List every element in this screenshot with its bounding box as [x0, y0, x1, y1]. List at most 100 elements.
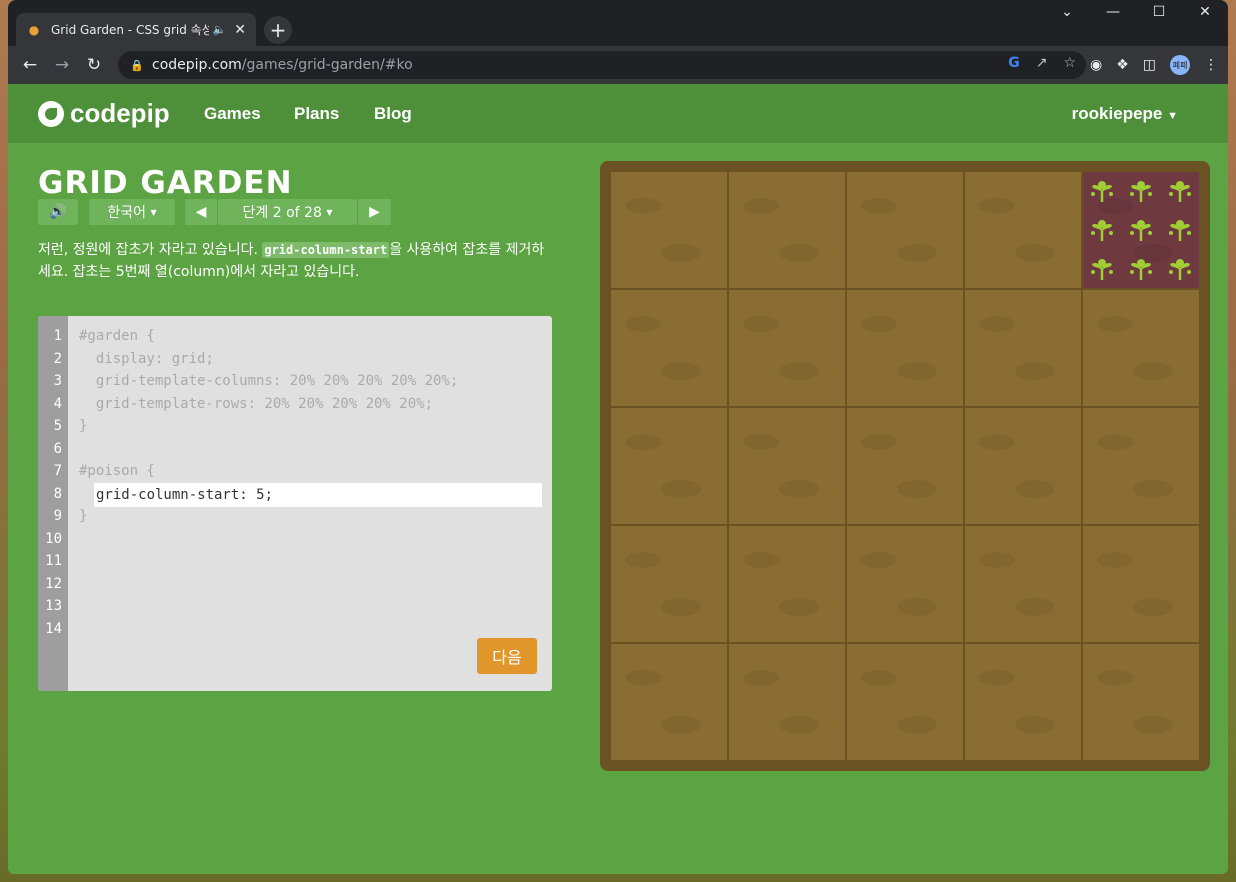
- code-line: #poison {: [79, 463, 155, 479]
- sound-button[interactable]: 🔊: [38, 199, 78, 225]
- line-number: 5: [53, 418, 62, 434]
- google-translate-icon[interactable]: G: [1008, 55, 1020, 71]
- soil-cell: [729, 408, 845, 524]
- weed-icon: [1089, 217, 1115, 243]
- close-tab-icon[interactable]: ✕: [234, 22, 246, 38]
- line-number: 9: [53, 508, 62, 524]
- triangle-left-icon: ◀: [195, 204, 207, 220]
- speaker-icon[interactable]: 🔈: [213, 23, 227, 36]
- caret-down-icon: ▼: [1167, 110, 1178, 122]
- line-number: 14: [45, 621, 62, 637]
- code-line: #garden {: [79, 328, 155, 344]
- line-number: 10: [45, 531, 62, 547]
- code-line: grid-template-columns: 20% 20% 20% 20% 2…: [79, 373, 459, 389]
- weed-icon: [1089, 256, 1115, 282]
- game-title: GRID GARDEN: [38, 165, 293, 201]
- line-number: 6: [53, 441, 62, 457]
- weed-icon: [1167, 217, 1193, 243]
- soil-cell: [965, 290, 1081, 406]
- weed-icon: [1128, 217, 1154, 243]
- extensions-puzzle-icon[interactable]: ❖: [1116, 57, 1129, 73]
- level-label: 단계 2 of 28: [242, 205, 322, 221]
- nav-games[interactable]: Games: [204, 104, 261, 124]
- close-window-button[interactable]: ✕: [1182, 4, 1228, 20]
- level-dropdown[interactable]: 단계 2 of 28 ▼: [218, 199, 357, 225]
- line-number: 7: [53, 463, 62, 479]
- nav-blog[interactable]: Blog: [374, 104, 412, 124]
- bookmark-star-icon[interactable]: ☆: [1063, 55, 1076, 71]
- code-line: }: [79, 508, 88, 524]
- soil-cell: [1083, 526, 1199, 642]
- soil-cell: [965, 172, 1081, 288]
- tab-search-icon[interactable]: ⌄: [1044, 4, 1090, 20]
- next-level-button[interactable]: ▶: [358, 199, 391, 225]
- soil-cell: [965, 408, 1081, 524]
- browser-window: ● Grid Garden - CSS grid 속성 🔈 ✕ + ⌄ — ☐ …: [8, 0, 1228, 874]
- site-header: codepip Games Plans Blog rookiepepe ▼: [8, 84, 1228, 143]
- soil-cell: [611, 172, 727, 288]
- line-number-gutter: 1 2 3 4 5 6 7 8 9 10 11 12 13 14: [38, 316, 68, 691]
- instructions-code: grid-column-start: [262, 242, 390, 258]
- soil-cell: [847, 290, 963, 406]
- soil-cell: [729, 172, 845, 288]
- favicon-icon: ●: [28, 22, 40, 37]
- code-line: display: grid;: [79, 351, 214, 367]
- css-input[interactable]: [94, 483, 542, 507]
- soil-cell: [729, 290, 845, 406]
- code-line: grid-template-rows: 20% 20% 20% 20% 20%;: [79, 396, 434, 412]
- forward-arrow-icon[interactable]: →: [46, 55, 78, 75]
- soil-cell: [847, 526, 963, 642]
- weed-icon: [1167, 178, 1193, 204]
- minimize-button[interactable]: —: [1090, 4, 1136, 20]
- reload-icon[interactable]: ↻: [78, 55, 110, 75]
- browser-tab[interactable]: ● Grid Garden - CSS grid 속성 🔈 ✕: [16, 13, 256, 46]
- line-number: 2: [53, 351, 62, 367]
- weed-icon: [1128, 256, 1154, 282]
- weed-icon: [1128, 178, 1154, 204]
- browser-toolbar: ← → ↻ 🔒 codepip.com/games/grid-garden/#k…: [8, 46, 1228, 84]
- back-arrow-icon[interactable]: ←: [14, 55, 46, 75]
- css-input-line[interactable]: [94, 483, 542, 507]
- line-number: 12: [45, 576, 62, 592]
- garden-board: [600, 161, 1210, 771]
- weed-icon: [1167, 256, 1193, 282]
- nav-plans[interactable]: Plans: [294, 104, 339, 124]
- camera-icon[interactable]: ◉: [1090, 57, 1102, 73]
- codepip-logo-icon: [38, 100, 64, 127]
- url-path: /games/grid-garden/#ko: [241, 57, 413, 73]
- profile-avatar[interactable]: 폐폐: [1170, 55, 1190, 75]
- soil-cell: [1083, 408, 1199, 524]
- line-number: 13: [45, 598, 62, 614]
- lock-icon: 🔒: [130, 59, 144, 72]
- language-dropdown[interactable]: 한국어 ▼: [89, 199, 175, 225]
- new-tab-button[interactable]: +: [264, 16, 292, 44]
- caret-down-icon: ▼: [150, 207, 157, 217]
- line-number: 1: [53, 328, 62, 344]
- code-line: }: [79, 418, 88, 434]
- prev-level-button[interactable]: ◀: [185, 199, 217, 225]
- address-bar[interactable]: 🔒 codepip.com/games/grid-garden/#ko G ↗ …: [118, 51, 1086, 79]
- weeds-group: [1083, 172, 1199, 288]
- weed-icon: [1089, 178, 1115, 204]
- next-button[interactable]: 다음: [477, 638, 537, 674]
- user-menu[interactable]: rookiepepe ▼: [1072, 104, 1178, 124]
- garden-grid: [611, 172, 1199, 760]
- menu-kebab-icon[interactable]: ⋮: [1204, 57, 1218, 73]
- game-content: GRID GARDEN 🔊 한국어 ▼ ◀ 단계 2 of 28 ▼ ▶ 저런,…: [8, 143, 1228, 874]
- share-icon[interactable]: ↗: [1036, 55, 1048, 71]
- code-editor: 1 2 3 4 5 6 7 8 9 10 11 12 13 14 #garden…: [38, 316, 552, 691]
- caret-down-icon: ▼: [326, 207, 333, 217]
- maximize-button[interactable]: ☐: [1136, 4, 1182, 20]
- soil-cell: [1083, 290, 1199, 406]
- soil-cell: [847, 644, 963, 760]
- soil-cell: [611, 644, 727, 760]
- codepip-logo[interactable]: codepip: [38, 98, 170, 129]
- language-label: 한국어: [107, 205, 147, 221]
- poison-weed-cell: [1083, 172, 1199, 288]
- line-number: 3: [53, 373, 62, 389]
- url-host: codepip.com: [152, 57, 242, 73]
- soil-cell: [729, 644, 845, 760]
- speaker-icon: 🔊: [49, 204, 67, 220]
- side-panel-icon[interactable]: ◫: [1143, 57, 1156, 73]
- soil-cell: [1083, 644, 1199, 760]
